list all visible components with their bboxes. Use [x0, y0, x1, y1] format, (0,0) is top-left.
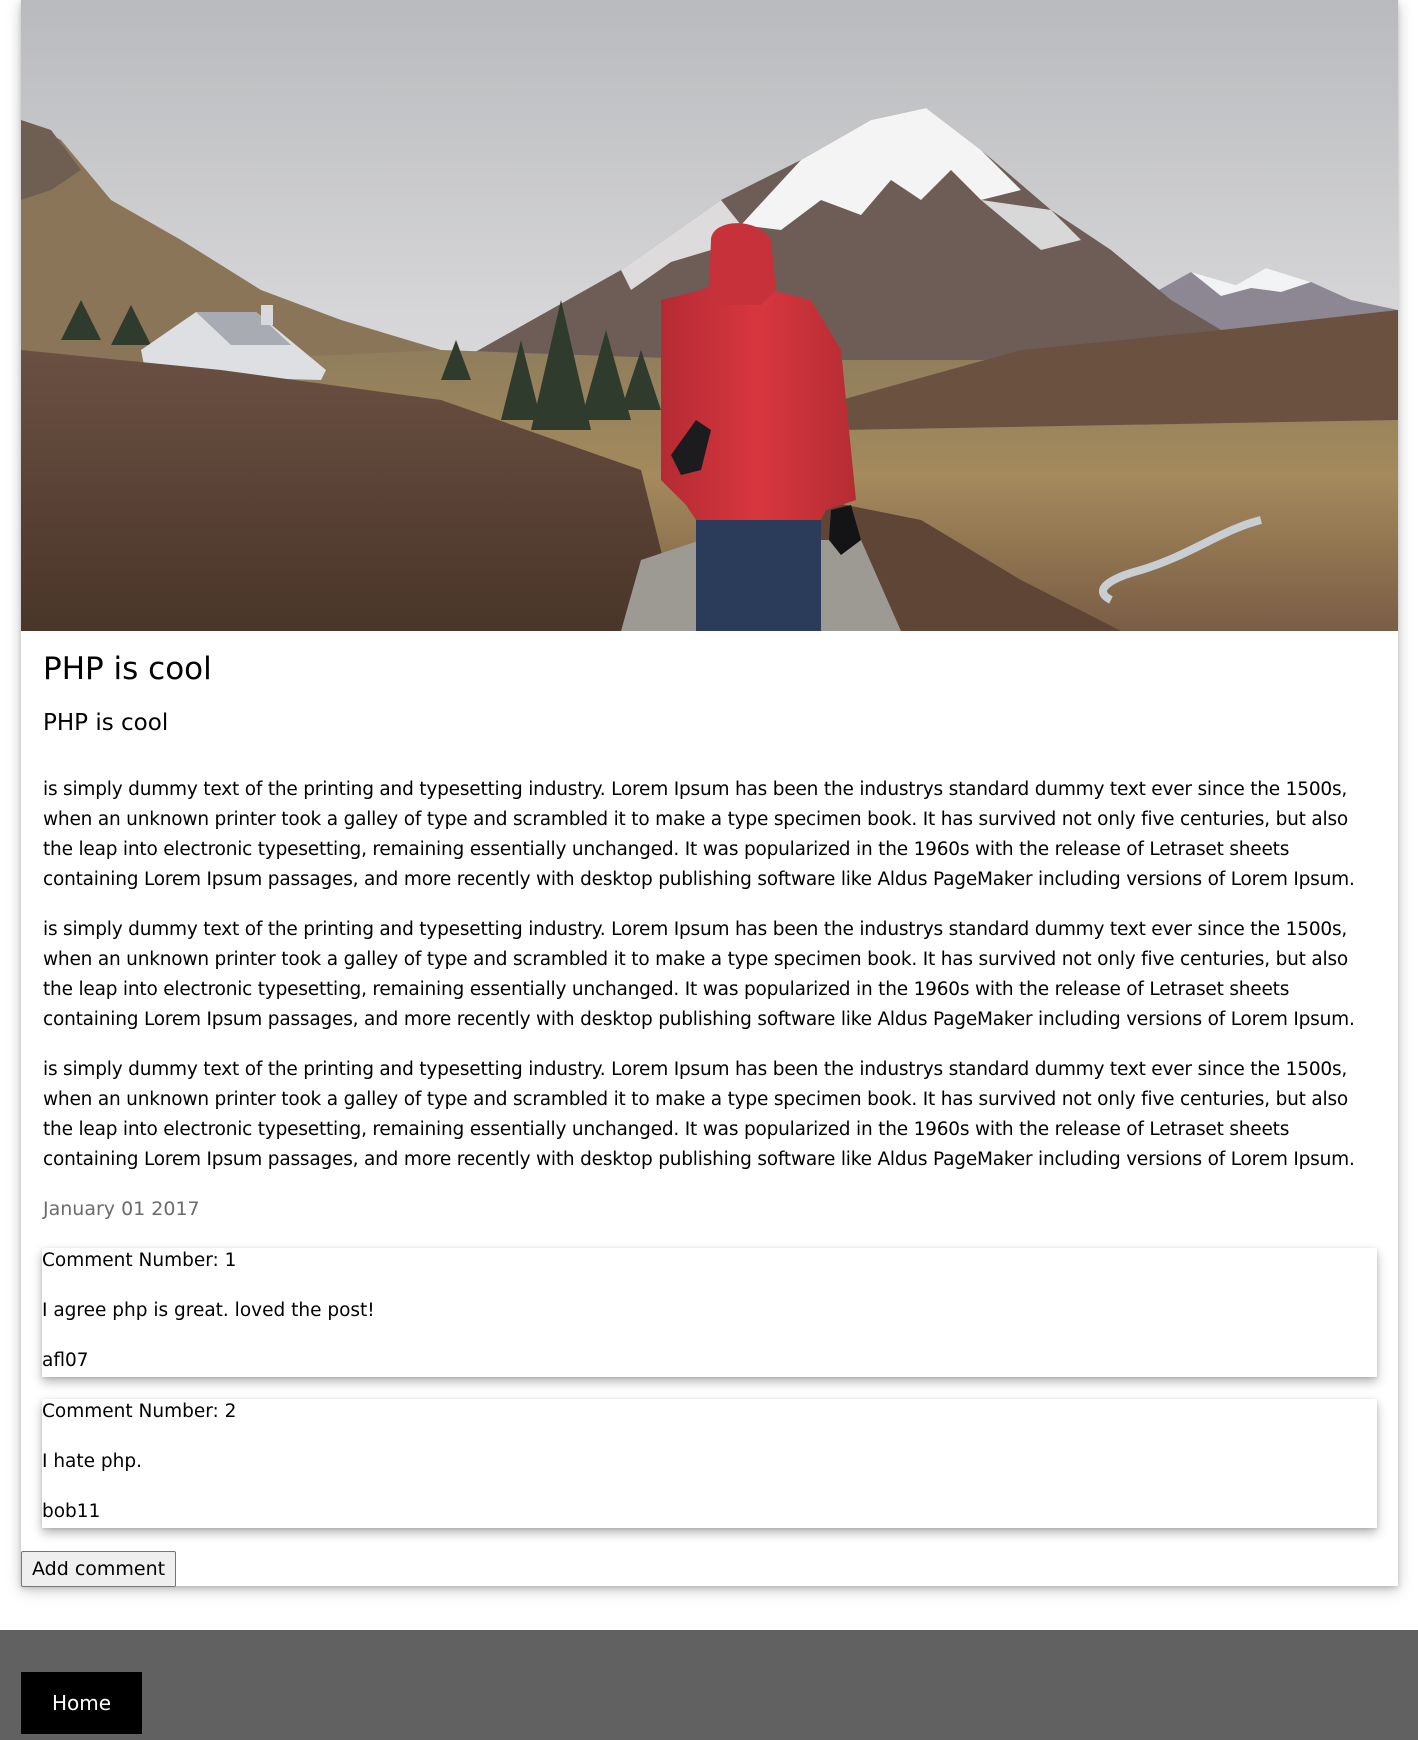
post-paragraph: is simply dummy text of the printing and…: [43, 1059, 1355, 1170]
add-comment-button[interactable]: Add comment: [21, 1551, 177, 1587]
post-card: PHP is cool PHP is cool is simply dummy …: [21, 0, 1398, 1587]
footer: Home: [0, 1630, 1418, 1740]
comment-author: bob11: [42, 1501, 101, 1522]
comment-number: Comment Number: 1: [42, 1250, 237, 1271]
hero-image: [21, 0, 1398, 631]
post-date: January 01 2017: [43, 1198, 200, 1220]
post-title: PHP is cool: [43, 651, 212, 687]
comment-number: Comment Number: 2: [42, 1401, 237, 1422]
post-paragraph: is simply dummy text of the printing and…: [43, 779, 1355, 890]
comment-card: Comment Number: 1 I agree php is great. …: [42, 1248, 1377, 1377]
page: PHP is cool PHP is cool is simply dummy …: [0, 0, 1418, 1740]
comment-author: afl07: [42, 1350, 89, 1371]
post-paragraph: is simply dummy text of the printing and…: [43, 919, 1355, 1030]
comment-text: I agree php is great. loved the post!: [42, 1300, 375, 1321]
comment-text: I hate php.: [42, 1451, 143, 1472]
comment-card: Comment Number: 2 I hate php. bob11: [42, 1399, 1377, 1528]
home-link[interactable]: Home: [21, 1672, 142, 1734]
post-subtitle: PHP is cool: [43, 710, 169, 736]
